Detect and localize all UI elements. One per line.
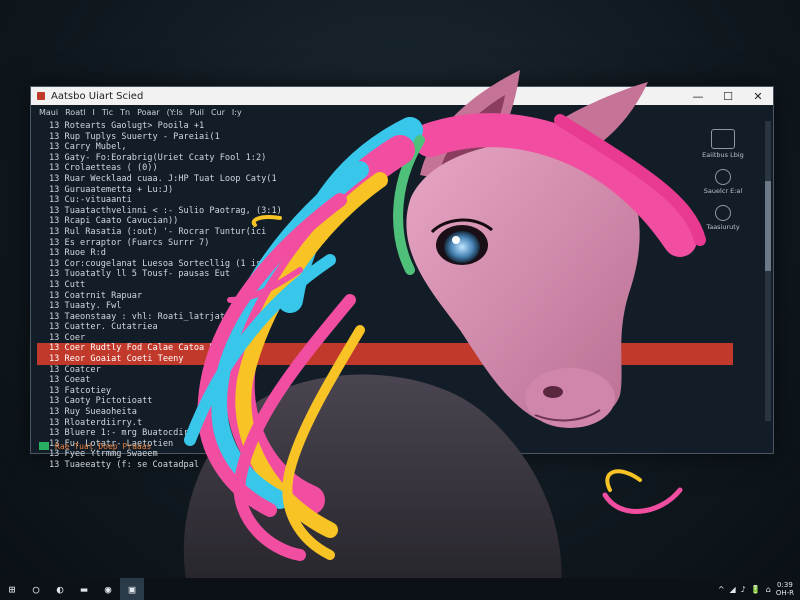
clock-date: OH-R (775, 589, 794, 597)
browser-icon[interactable]: ◐ (48, 578, 72, 600)
side-panel: Eaiitbus Lbig Sauelcr E:al Taasiuruty (693, 121, 753, 231)
code-line[interactable]: 13 Coer Rudtly Fod Calae Catoa Rtaem (37, 343, 733, 355)
code-line[interactable]: 13 Ruy Sueaoheita (37, 407, 733, 418)
code-line[interactable]: 13 Carry Mubel, (37, 142, 733, 153)
code-line[interactable]: 13 Tuoatatly ll 5 Tousf- pausas Eut (37, 269, 733, 280)
folder-icon[interactable]: ▬ (72, 578, 96, 600)
ribbon-curl (602, 469, 683, 514)
code-line[interactable]: 13 Ruoe R:d (37, 248, 733, 259)
settings-icon[interactable] (715, 169, 731, 185)
minimize-button[interactable]: — (683, 87, 713, 105)
editor-window[interactable]: Aatsbo Uiart Scied — ☐ ✕ Maui Roatl I Tic Tn… (30, 86, 774, 470)
vertical-scrollbar[interactable] (765, 121, 771, 421)
code-line[interactable]: 13 Caoty Pictotioatt (37, 396, 733, 407)
code-line[interactable]: 13 Coer (37, 333, 733, 344)
menu-item[interactable]: (Y:Is (167, 108, 183, 117)
clock[interactable]: 0:39 OH-R (776, 581, 794, 597)
panel-label: Sauelcr E:al (703, 187, 743, 195)
menu-item[interactable]: Tic (102, 108, 113, 117)
panel-label: Taasiuruty (706, 223, 740, 231)
menu-item[interactable]: I:y (232, 108, 242, 117)
wifi-icon[interactable]: ◢ (730, 585, 736, 594)
app-icon (37, 92, 45, 100)
code-line[interactable]: 13 Cor:cougelanat Luesoa Sortecllig (1 i… (37, 259, 733, 270)
menu-item[interactable]: Tn (120, 108, 130, 117)
code-area[interactable]: 13 Rotearts Gaolugt> Pooila +1 13 Rup Tup… (37, 121, 733, 471)
battery-icon[interactable]: 🔋 (751, 585, 761, 594)
status-text: Rae Tual Doep Praaas (55, 441, 152, 451)
menu-item[interactable]: Poaar (137, 108, 160, 117)
code-line[interactable]: 13 Ruar Wecklaad cuaa. J:HP Tuat Loop Ca… (37, 174, 733, 185)
code-line[interactable]: 13 Rloaterdiirry.t (37, 418, 733, 429)
menu-item[interactable]: Puil (190, 108, 204, 117)
code-line[interactable]: 13 Coatrnit Rapuar (37, 291, 733, 302)
code-line[interactable]: 13 Bluere 1:- mrg Buatocdir (37, 428, 733, 439)
code-line[interactable]: 13 Fatcotiey (37, 386, 733, 397)
menu-bar: Maui Roatl I Tic Tn Poaar (Y:Is Puil Cur I:y (31, 105, 773, 119)
menu-item[interactable]: Maui (39, 108, 58, 117)
menu-item[interactable]: Roatl (65, 108, 85, 117)
code-line[interactable]: 13 Cutt (37, 280, 733, 291)
start-button[interactable]: ⊞ (0, 578, 24, 600)
panel-label: Eaiitbus Lbig (702, 151, 744, 159)
taskbar: ⊞ ○ ◐ ▬ ◉ ▣ ^ ◢ ♪ 🔋 ⌂ 0:39 OH-R (0, 578, 800, 600)
window-titlebar[interactable]: Aatsbo Uiart Scied — ☐ ✕ (31, 87, 773, 105)
code-line[interactable]: 13 Rul Rasatia (:out) '- Rocrar Tuntur(i… (37, 227, 733, 238)
network-icon[interactable]: ⌂ (766, 585, 771, 594)
code-line[interactable]: 13 Guruaatemetta + Lu:J) (37, 185, 733, 196)
scrollbar-thumb[interactable] (765, 181, 771, 271)
search-icon[interactable]: ○ (24, 578, 48, 600)
clock-time: 0:39 (777, 581, 793, 589)
chrome-icon[interactable]: ◉ (96, 578, 120, 600)
menu-item[interactable]: Cur (211, 108, 225, 117)
chevron-up-icon[interactable]: ^ (718, 585, 725, 594)
code-line[interactable]: 13 Es erraptor (Fuarcs Surrr 7) (37, 238, 733, 249)
target-icon[interactable] (715, 205, 731, 221)
code-line[interactable]: 13 Cuatter. Cutatriea (37, 322, 733, 333)
panel-icon[interactable] (711, 129, 735, 149)
menu-item[interactable]: I (92, 108, 94, 117)
code-line[interactable]: 13 Coeat (37, 375, 733, 386)
code-line[interactable]: 13 Cu:-vituaanti (37, 195, 733, 206)
code-line[interactable]: 13 Rup Tuplys Suuerty - Pareiai(1 (37, 132, 733, 143)
code-line[interactable]: 13 Tuaaty. Fwl (37, 301, 733, 312)
code-line[interactable]: 13 Reor Goaiat Coeti Teeny (37, 354, 733, 365)
close-button[interactable]: ✕ (743, 87, 773, 105)
code-line[interactable]: 13 Tuaeeatty (f: se Coatadpal (37, 460, 733, 471)
code-line[interactable]: 13 Rcapi Caato Cavucian)) (37, 216, 733, 227)
code-line[interactable]: 13 Taeonstaay : vhl: Roati_latrjatt (37, 312, 733, 323)
code-line[interactable]: 13 Gaty- Fo:Eorabrig(Uriet Ccaty Fool 1:… (37, 153, 733, 164)
window-title: Aatsbo Uiart Scied (51, 90, 144, 102)
maximize-button[interactable]: ☐ (713, 87, 743, 105)
code-line[interactable]: 13 Coatcer (37, 365, 733, 376)
system-tray: ^ ◢ ♪ 🔋 ⌂ 0:39 OH-R (718, 581, 800, 597)
code-line[interactable]: 13 Crolaetteas ( (0)) (37, 163, 733, 174)
editor-taskbar-icon[interactable]: ▣ (120, 578, 144, 600)
code-line[interactable]: 13 Rotearts Gaolugt> Pooila +1 (37, 121, 733, 132)
volume-icon[interactable]: ♪ (741, 585, 746, 594)
status-icon (39, 442, 49, 450)
code-line[interactable]: 13 Tuaatacthvelinni < :- Sulio Paotrag, … (37, 206, 733, 217)
status-bar: Rae Tual Doep Praaas (31, 439, 773, 453)
